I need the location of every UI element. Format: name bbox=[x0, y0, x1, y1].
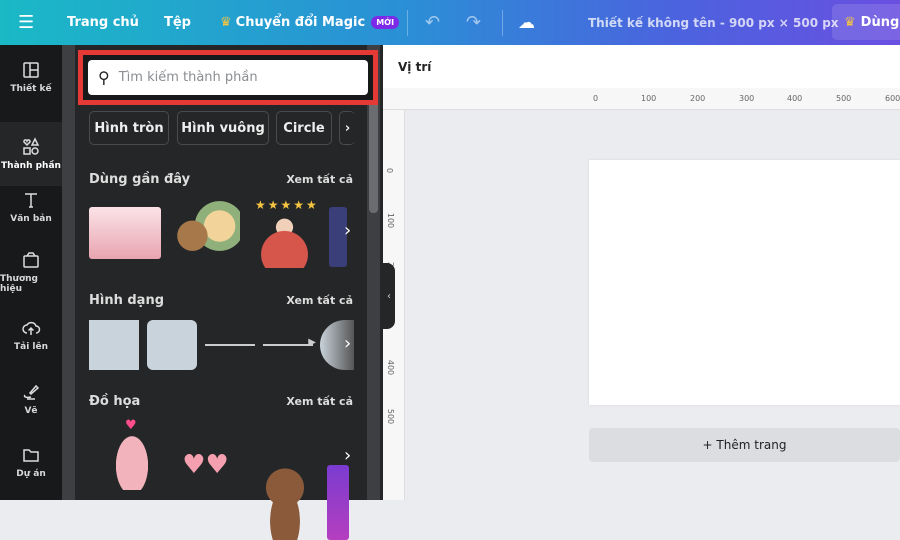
see-all-link[interactable]: Xem tất cả bbox=[286, 395, 353, 408]
ruler-label: 100 bbox=[386, 212, 396, 229]
rail-scrollbar[interactable] bbox=[62, 45, 75, 500]
recent-sale-graphic[interactable] bbox=[89, 207, 161, 259]
redo-icon[interactable]: ↷ bbox=[466, 0, 481, 45]
section-title: Hình dạng bbox=[89, 293, 165, 308]
chip-circle-vi[interactable]: Hình tròn bbox=[89, 111, 169, 145]
see-all-link[interactable]: Xem tất cả bbox=[286, 173, 353, 186]
ruler-label: 600 bbox=[885, 94, 900, 103]
section-title: Đồ họa bbox=[89, 394, 141, 409]
rail-item-draw[interactable]: Vẽ bbox=[0, 367, 62, 431]
recent-woman-basket-graphic[interactable] bbox=[172, 200, 240, 265]
rail-item-brand[interactable]: Thương hiệu bbox=[0, 240, 62, 304]
graphics-next-icon[interactable]: › bbox=[344, 445, 351, 466]
collapse-panel-button[interactable]: ‹ bbox=[383, 263, 395, 329]
ruler-label: 300 bbox=[739, 94, 755, 103]
line-shape[interactable] bbox=[205, 344, 255, 346]
text-icon bbox=[25, 193, 37, 208]
ruler-label: 0 bbox=[593, 94, 599, 103]
rounded-square-shape[interactable] bbox=[147, 320, 197, 370]
purple-graphic[interactable] bbox=[327, 465, 349, 540]
chevron-left-icon: ‹ bbox=[387, 290, 391, 302]
try-pro-button[interactable]: ♛Dùng t bbox=[832, 4, 900, 40]
cloud-saved-icon[interactable]: ☁ bbox=[518, 0, 535, 45]
panel-scrollbar[interactable] bbox=[367, 45, 380, 500]
ruler-label: 400 bbox=[787, 94, 803, 103]
divider bbox=[502, 10, 503, 36]
ruler-label: 0 bbox=[385, 167, 395, 174]
magic-switch-menu[interactable]: ♛ Chuyển đổi Magic MỚI bbox=[220, 0, 400, 45]
design-title[interactable]: Thiết kế không tên - 900 px × 500 px bbox=[588, 0, 839, 45]
home-menu[interactable]: Trang chủ bbox=[67, 0, 139, 45]
ruler-label: 400 bbox=[386, 359, 396, 376]
crown-icon: ♛ bbox=[220, 15, 232, 30]
arrow-line-shape[interactable]: ▶ bbox=[263, 337, 316, 348]
chips-next-button[interactable]: › bbox=[339, 111, 355, 145]
layout-icon bbox=[23, 62, 39, 78]
upload-icon bbox=[22, 321, 41, 335]
hamburger-icon[interactable]: ☰ bbox=[18, 0, 34, 45]
left-rail: Thiết kế Thành phần Văn bản Thương hiệu … bbox=[0, 45, 62, 500]
rail-item-uploads[interactable]: Tải lên bbox=[0, 303, 62, 367]
square-shape[interactable] bbox=[89, 320, 139, 370]
ruler-label: 200 bbox=[690, 94, 706, 103]
stars-icon: ★★★★★ bbox=[255, 198, 319, 212]
folder-icon bbox=[23, 449, 39, 462]
new-badge: MỚI bbox=[371, 16, 400, 29]
undo-icon[interactable]: ↶ bbox=[425, 0, 440, 45]
rail-item-projects[interactable]: Dự án bbox=[0, 430, 62, 494]
top-bar: ☰ Trang chủ Tệp ♛ Chuyển đổi Magic MỚI ↶ ↷… bbox=[0, 0, 900, 45]
draw-icon bbox=[23, 384, 40, 400]
ruler-label: 500 bbox=[836, 94, 852, 103]
brand-icon bbox=[23, 252, 39, 268]
design-page[interactable] bbox=[589, 160, 900, 405]
scrollbar-thumb[interactable] bbox=[369, 93, 378, 213]
recent-next-icon[interactable]: › bbox=[344, 220, 351, 241]
chip-square[interactable]: Hình vuông bbox=[177, 111, 269, 145]
search-icon: ⚲ bbox=[98, 68, 110, 87]
position-button[interactable]: Vị trí bbox=[383, 45, 900, 88]
shapes-next-icon[interactable]: › bbox=[344, 333, 351, 354]
rail-item-design[interactable]: Thiết kế bbox=[0, 45, 62, 109]
heart-icon: ♥ bbox=[125, 418, 137, 433]
add-page-button[interactable]: + Thêm trang bbox=[589, 428, 900, 462]
search-input[interactable]: ⚲ Tìm kiếm thành phần bbox=[88, 60, 368, 95]
ruler-label: 100 bbox=[641, 94, 657, 103]
ruler-top: 0 100 200 300 400 500 600 bbox=[383, 88, 900, 110]
elements-panel: ⚲ Tìm kiếm thành phần Hình tròn Hình vuôn… bbox=[62, 45, 383, 540]
shapes-icon bbox=[23, 137, 40, 155]
bear-costume-graphic[interactable] bbox=[259, 465, 311, 540]
heart-glasses-graphic[interactable]: ♥♥ bbox=[168, 450, 243, 480]
magic-label: Chuyển đổi Magic bbox=[235, 15, 366, 30]
recent-team-stars-graphic[interactable]: ★★★★★ bbox=[247, 198, 322, 268]
see-all-link[interactable]: Xem tất cả bbox=[286, 294, 353, 307]
section-title: Dùng gần đây bbox=[89, 172, 191, 187]
search-highlight-box: ⚲ Tìm kiếm thành phần bbox=[78, 50, 378, 105]
file-menu[interactable]: Tệp bbox=[164, 0, 191, 45]
ruler-label: 500 bbox=[386, 408, 396, 425]
arrowhead-icon: ▶ bbox=[308, 337, 316, 348]
finger-heart-graphic[interactable]: ♥ bbox=[107, 418, 157, 490]
divider bbox=[407, 10, 408, 36]
crown-icon: ♛ bbox=[844, 14, 856, 30]
rail-item-text[interactable]: Văn bản bbox=[0, 175, 62, 239]
chip-circle[interactable]: Circle bbox=[276, 111, 332, 145]
